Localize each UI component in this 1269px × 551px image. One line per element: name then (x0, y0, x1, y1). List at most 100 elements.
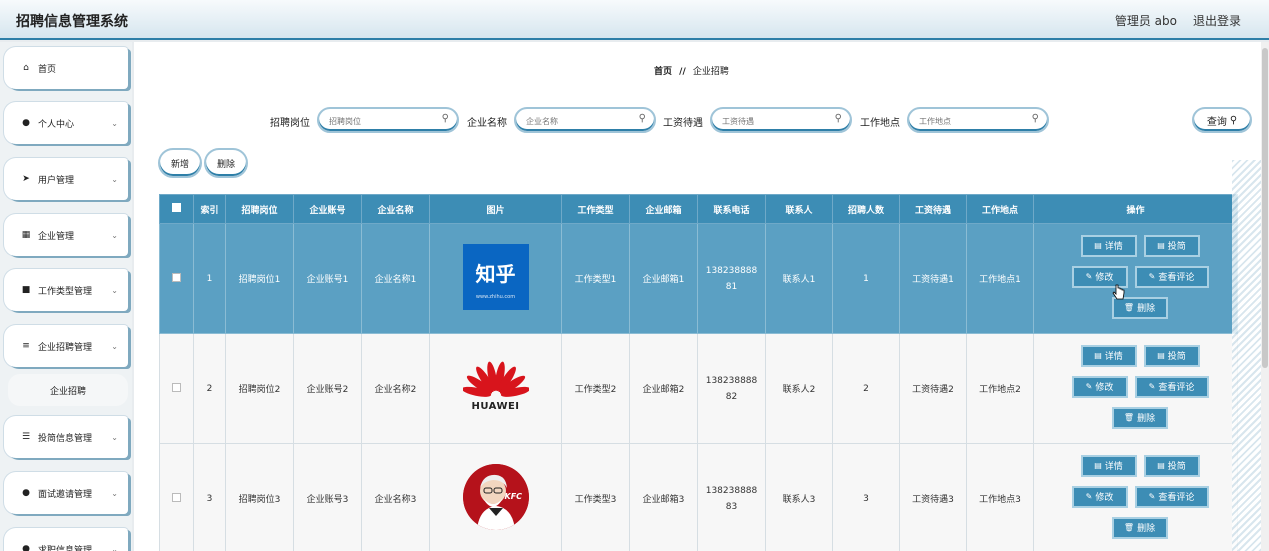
table-row[interactable]: 1 招聘岗位1 企业账号1 企业名称1 知乎 www.zhihu.com 工作类型1 企业邮箱… (159, 223, 1238, 334)
row-checkbox[interactable] (172, 382, 181, 392)
delete-button[interactable]: 🗑 删除 (1111, 406, 1168, 429)
row-operations: ▤ 详情 ▤ 投简 ✎ 修改 ✎ 查看评论 🗑 删除 (1037, 231, 1235, 327)
email-cell: 企业邮箱3 (629, 443, 698, 551)
sidebar-item-3[interactable]: ➤ 用户管理 ⌄ (4, 158, 128, 200)
image-cell: HUAWEI (429, 333, 562, 444)
sidebar-subitem-recruitment[interactable]: 企业招聘 (8, 374, 128, 406)
column-header: 招聘岗位 (225, 194, 294, 224)
delete-button[interactable]: 🗑 删除 (1111, 516, 1168, 539)
view-comments-button-label: 查看评论 (1158, 273, 1195, 283)
sidebar-item-6[interactable]: ≡ 企业招聘管理 ⌄ (4, 325, 128, 367)
chevron-down-icon: ⌄ (111, 174, 118, 184)
search-field-2: ⚲ (514, 107, 656, 133)
column-header: 联系人 (765, 194, 833, 224)
document-icon: ▤ (1157, 461, 1165, 470)
apply-button[interactable]: ▤ 投简 (1143, 344, 1200, 367)
detail-button-label: 详情 (1104, 352, 1123, 362)
sidebar-item-5[interactable]: ■ 工作类型管理 ⌄ (4, 269, 128, 311)
logo-url: www.zhihu.com (475, 294, 516, 300)
query-button[interactable]: 查询 ⚲ (1192, 107, 1252, 133)
sidebar-item-7[interactable]: ☰ 投简信息管理 ⌄ (4, 416, 128, 458)
search-icon: ⚲ (1229, 114, 1238, 126)
add-button[interactable]: 新增 (158, 148, 202, 178)
company-cell: 企业名称1 (361, 223, 430, 334)
sidebar-item-label: 用户管理 (38, 175, 75, 186)
detail-button-label: 详情 (1104, 242, 1123, 252)
user-icon: ● (22, 118, 30, 128)
chevron-down-icon: ⌄ (111, 118, 118, 128)
logout-link[interactable]: 退出登录 (1193, 12, 1241, 29)
search-input-4[interactable] (919, 114, 1029, 128)
view-comments-button[interactable]: ✎ 查看评论 (1134, 485, 1209, 508)
sidebar-item-2[interactable]: ● 个人中心 ⌄ (4, 102, 128, 144)
view-comments-button[interactable]: ✎ 查看评论 (1134, 265, 1209, 288)
column-header: 企业邮箱 (629, 194, 698, 224)
breadcrumb-home[interactable]: 首页 (654, 67, 672, 77)
edit-button[interactable]: ✎ 修改 (1071, 375, 1128, 398)
apply-button-label: 投简 (1167, 352, 1186, 362)
view-comments-button-label: 查看评论 (1158, 493, 1195, 503)
search-icon[interactable]: ⚲ (835, 113, 842, 124)
sidebar-item-label: 面试邀请管理 (38, 489, 93, 500)
batch-delete-button[interactable]: 删除 (204, 148, 248, 178)
detail-button[interactable]: ▤ 详情 (1080, 344, 1137, 367)
sidebar-item-8[interactable]: ● 面试邀请管理 ⌄ (4, 472, 128, 514)
pencil-icon: ✎ (1148, 382, 1156, 391)
breadcrumb-separator: // (679, 67, 686, 77)
apply-button[interactable]: ▤ 投简 (1143, 454, 1200, 477)
sidebar-item-1[interactable]: ⌂ 首页 (4, 47, 128, 89)
search-input-1[interactable] (329, 114, 439, 128)
search-icon[interactable]: ⚲ (1032, 113, 1039, 124)
headcount-cell: 2 (832, 333, 900, 444)
operations-cell: ▤ 详情 ▤ 投简 ✎ 修改 ✎ 查看评论 🗑 删除 (1033, 443, 1238, 551)
edit-button[interactable]: ✎ 修改 (1071, 485, 1128, 508)
sidebar: ⌂ 首页 ● 个人中心 ⌄ ➤ 用户管理 ⌄ ▦ 企业管理 ⌄ ■ 工作类型管理 ⌄ ≡ 企业招聘管理 ⌄ ☰ 投简… (0, 42, 132, 551)
scrollbar-thumb[interactable] (1262, 48, 1268, 368)
apply-button[interactable]: ▤ 投简 (1143, 234, 1200, 257)
sidebar-item-4[interactable]: ▦ 企业管理 ⌄ (4, 214, 128, 256)
chevron-down-icon: ⌄ (111, 341, 118, 351)
row-operations: ▤ 详情 ▤ 投简 ✎ 修改 ✎ 查看评论 🗑 删除 (1037, 341, 1235, 437)
column-header: 工作地点 (966, 194, 1034, 224)
trash-icon: 🗑 (1123, 523, 1135, 532)
decorative-stripes (1232, 160, 1261, 551)
trash-icon: 🗑 (1123, 303, 1135, 312)
chevron-down-icon: ⌄ (111, 432, 118, 442)
location-cell: 工作地点2 (966, 333, 1034, 444)
select-all-checkbox[interactable] (172, 203, 181, 212)
column-header: 操作 (1033, 194, 1238, 224)
column-header: 招聘人数 (832, 194, 900, 224)
search-icon[interactable]: ⚲ (442, 113, 449, 124)
search-input-3[interactable] (722, 114, 832, 128)
document-icon: ▤ (1094, 461, 1102, 470)
operations-cell: ▤ 详情 ▤ 投简 ✎ 修改 ✎ 查看评论 🗑 删除 (1033, 333, 1238, 444)
position-cell: 招聘岗位1 (225, 223, 294, 334)
sidebar-item-9[interactable]: ● 求职信息管理 ⌄ (4, 528, 128, 551)
document-icon: ▤ (1157, 241, 1165, 250)
list-icon: ☰ (21, 432, 31, 442)
view-comments-button[interactable]: ✎ 查看评论 (1134, 375, 1209, 398)
sidebar-item-label: 企业管理 (38, 231, 75, 242)
logo-text: KFC (504, 492, 523, 501)
vertical-scrollbar[interactable] (1261, 42, 1269, 551)
row-checkbox[interactable] (172, 492, 181, 502)
table-row[interactable]: 3 招聘岗位3 企业账号3 企业名称3 KFC 工作类型3 企业邮箱3 138238888 8… (159, 443, 1238, 551)
image-cell: 知乎 www.zhihu.com (429, 223, 562, 334)
row-operations: ▤ 详情 ▤ 投简 ✎ 修改 ✎ 查看评论 🗑 删除 (1037, 451, 1235, 547)
job-type-cell: 工作类型2 (561, 333, 630, 444)
location-icon: ● (22, 488, 30, 498)
sidebar-item-label: 工作类型管理 (38, 286, 93, 297)
search-input-2[interactable] (526, 114, 636, 128)
detail-button[interactable]: ▤ 详情 (1080, 234, 1137, 257)
search-icon[interactable]: ⚲ (639, 113, 646, 124)
view-comments-button-label: 查看评论 (1158, 383, 1195, 393)
huawei-logo: HUAWEI (461, 356, 530, 422)
company-cell: 企业名称2 (361, 333, 430, 444)
row-checkbox[interactable] (172, 272, 181, 282)
detail-button[interactable]: ▤ 详情 (1080, 454, 1137, 477)
breadcrumb-current: 企业招聘 (692, 67, 729, 77)
chevron-down-icon: ⌄ (111, 230, 118, 240)
chevron-down-icon: ⌄ (111, 488, 118, 498)
salary-cell: 工资待遇3 (899, 443, 967, 551)
table-row[interactable]: 2 招聘岗位2 企业账号2 企业名称2 HUAWEI 工作类型2 企业邮箱2 13823888… (159, 333, 1238, 444)
